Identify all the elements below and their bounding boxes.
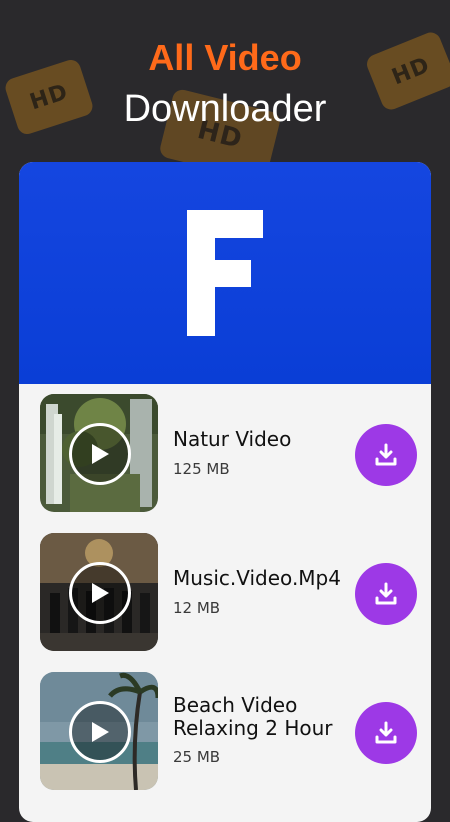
video-size: 12 MB — [173, 599, 221, 617]
play-icon — [92, 722, 109, 742]
headline-accent: All Video — [148, 37, 302, 78]
video-list-item[interactable]: Natur Video 125 MB — [19, 394, 431, 514]
download-icon — [375, 582, 397, 605]
download-button[interactable] — [355, 424, 417, 486]
video-thumbnail[interactable] — [40, 533, 158, 651]
app-preview-card: Natur Video 125 MB Music.Video.Mp4 12 MB… — [19, 162, 431, 822]
video-title: Beach Video Relaxing 2 Hour — [173, 693, 333, 740]
video-list-item[interactable]: Music.Video.Mp4 12 MB — [19, 533, 431, 653]
download-icon — [375, 443, 397, 466]
video-size: 25 MB — [173, 748, 221, 766]
play-button[interactable] — [69, 562, 131, 624]
facebook-f-logo-icon — [187, 210, 263, 336]
play-icon — [92, 583, 109, 603]
video-thumbnail[interactable] — [40, 394, 158, 512]
headline: Downloader — [123, 88, 327, 130]
video-title: Music.Video.Mp4 — [173, 566, 341, 590]
video-thumbnail[interactable] — [40, 672, 158, 790]
play-icon — [92, 444, 109, 464]
download-button[interactable] — [355, 702, 417, 764]
download-button[interactable] — [355, 563, 417, 625]
play-button[interactable] — [69, 423, 131, 485]
download-icon — [375, 721, 397, 744]
play-button[interactable] — [69, 701, 131, 763]
video-title: Natur Video — [173, 427, 292, 451]
video-size: 125 MB — [173, 460, 230, 478]
hero-banner — [19, 162, 431, 384]
video-list-item[interactable]: Beach Video Relaxing 2 Hour 25 MB — [19, 672, 431, 792]
